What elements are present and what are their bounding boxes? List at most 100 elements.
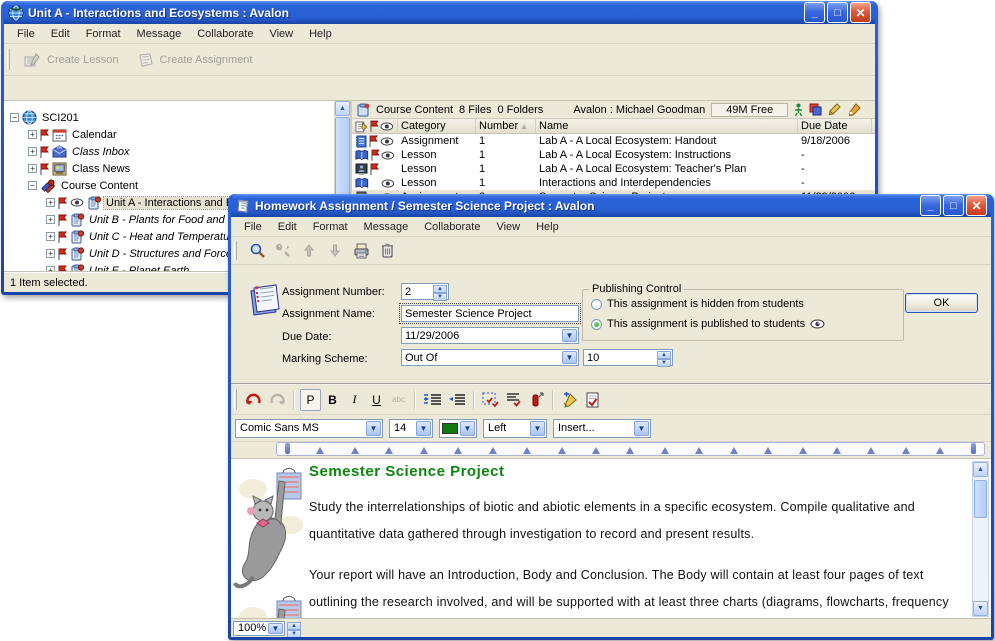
spin-up-icon[interactable]: ▲ bbox=[287, 622, 301, 630]
tree-item-label[interactable]: Unit D - Structures and Forces bbox=[87, 248, 240, 260]
ruler-tab-stop[interactable] bbox=[454, 447, 462, 454]
toolbar-grip[interactable] bbox=[234, 389, 237, 409]
chevron-down-icon[interactable]: ▼ bbox=[416, 421, 431, 436]
marking-value-stepper[interactable]: 10 ▲▼ bbox=[583, 349, 673, 366]
ruler[interactable] bbox=[276, 442, 985, 456]
ruler-right-marker[interactable] bbox=[971, 443, 976, 454]
tree-item-label[interactable]: Class News bbox=[70, 163, 132, 175]
font-family-combo[interactable]: Comic Sans MS ▼ bbox=[235, 419, 383, 438]
expand-icon[interactable]: + bbox=[46, 215, 55, 224]
menu-file[interactable]: File bbox=[237, 219, 269, 235]
tree-item[interactable]: +Class Inbox bbox=[6, 143, 333, 160]
chevron-down-icon[interactable]: ▼ bbox=[562, 351, 577, 364]
due-date-combo[interactable]: 11/29/2006 ▼ bbox=[401, 327, 579, 344]
ruler-tab-stop[interactable] bbox=[626, 447, 634, 454]
undo-icon[interactable] bbox=[243, 389, 265, 411]
expand-icon[interactable]: + bbox=[46, 249, 55, 258]
column-header-category[interactable]: Category bbox=[398, 119, 476, 133]
menu-message[interactable]: Message bbox=[130, 26, 189, 42]
expand-icon[interactable]: + bbox=[28, 147, 37, 156]
maximize-button[interactable]: □ bbox=[943, 195, 964, 216]
pencil-add-icon[interactable] bbox=[559, 389, 581, 411]
insert-combo[interactable]: Insert... ▼ bbox=[553, 419, 651, 438]
arrow-up-icon[interactable] bbox=[298, 240, 320, 262]
radio-icon[interactable] bbox=[591, 299, 602, 310]
expand-icon[interactable]: + bbox=[46, 198, 55, 207]
assignment-number-stepper[interactable]: 2 ▲▼ bbox=[401, 283, 449, 300]
spin-down-icon[interactable]: ▼ bbox=[433, 293, 447, 301]
chevron-down-icon[interactable]: ▼ bbox=[366, 421, 381, 436]
menu-format[interactable]: Format bbox=[79, 26, 128, 42]
menu-view[interactable]: View bbox=[262, 26, 300, 42]
ruler-tab-stop[interactable] bbox=[661, 447, 669, 454]
indent-icon[interactable] bbox=[421, 389, 444, 411]
field-insert-icon[interactable] bbox=[526, 389, 547, 411]
course-window-titlebar[interactable]: Unit A - Interactions and Ecosystems : A… bbox=[4, 1, 875, 24]
underline-button[interactable]: U bbox=[366, 389, 387, 411]
ruler-left-marker[interactable] bbox=[285, 443, 290, 454]
editor-scroll-up-icon[interactable]: ▲ bbox=[973, 462, 988, 477]
pencil-icon[interactable] bbox=[829, 103, 841, 116]
table-row[interactable]: Lesson1Lab A - A Local Ecosystem: Teache… bbox=[352, 162, 875, 176]
hidden-option-radio[interactable]: This assignment is hidden from students bbox=[591, 298, 804, 310]
lead-columns-header[interactable] bbox=[352, 119, 398, 133]
minimize-button[interactable]: _ bbox=[920, 195, 941, 216]
spin-up-icon[interactable]: ▲ bbox=[657, 351, 671, 359]
radio-checked-icon[interactable] bbox=[591, 319, 602, 330]
key-icon[interactable] bbox=[847, 103, 861, 116]
marking-scheme-combo[interactable]: Out Of ▼ bbox=[401, 349, 579, 366]
layers-icon[interactable] bbox=[809, 103, 823, 116]
column-header-name[interactable]: Name bbox=[536, 119, 798, 133]
rich-text-editor[interactable]: Semester Science Project Study the inter… bbox=[231, 458, 991, 619]
column-header-due[interactable]: Due Date bbox=[798, 119, 872, 133]
ruler-tab-stop[interactable] bbox=[523, 447, 531, 454]
tree-item-label[interactable]: Unit E - Planet Earth bbox=[87, 265, 191, 273]
tree-item-label[interactable]: Unit C - Heat and Temperature bbox=[87, 231, 241, 243]
assignment-name-field[interactable]: Semester Science Project bbox=[401, 305, 579, 322]
trash-icon[interactable] bbox=[376, 240, 398, 262]
table-row[interactable]: Lesson1Interactions and Interdependencie… bbox=[352, 176, 875, 190]
list-column-header[interactable]: CategoryNumber▲NameDue Date bbox=[352, 119, 875, 134]
tree-item[interactable]: −SCI201 bbox=[6, 109, 333, 126]
ruler-tab-stop[interactable] bbox=[420, 447, 428, 454]
expand-icon[interactable]: + bbox=[46, 232, 55, 241]
tree-item[interactable]: +Calendar bbox=[6, 126, 333, 143]
outdent-icon[interactable] bbox=[445, 389, 468, 411]
zoom-stepper[interactable]: ▲▼ bbox=[287, 621, 301, 636]
table-row[interactable]: Lesson1Lab A - A Local Ecosystem: Instru… bbox=[352, 148, 875, 162]
assignment-window-titlebar[interactable]: Homework Assignment / Semester Science P… bbox=[231, 194, 991, 217]
spin-up-icon[interactable]: ▲ bbox=[433, 285, 447, 293]
menu-view[interactable]: View bbox=[489, 219, 527, 235]
tree-item-label[interactable]: Calendar bbox=[70, 129, 119, 141]
create-lesson-button[interactable]: Create Lesson bbox=[15, 49, 128, 71]
ok-button[interactable]: OK bbox=[905, 293, 978, 313]
align-combo[interactable]: Left ▼ bbox=[483, 419, 547, 438]
toolbar-grip[interactable] bbox=[7, 49, 10, 71]
zoom-level-combo[interactable]: 100% ▼ bbox=[233, 621, 285, 636]
published-option-radio[interactable]: This assignment is published to students bbox=[591, 318, 825, 330]
tree-item[interactable]: −Course Content bbox=[6, 177, 333, 194]
collapse-icon[interactable]: − bbox=[10, 113, 19, 122]
ruler-tab-stop[interactable] bbox=[867, 447, 875, 454]
spin-down-icon[interactable]: ▼ bbox=[657, 359, 671, 367]
tree-item[interactable]: +Class News bbox=[6, 160, 333, 177]
tree-scroll-up-icon[interactable]: ▲ bbox=[335, 101, 350, 116]
ruler-tab-stop[interactable] bbox=[592, 447, 600, 454]
font-color-combo[interactable]: ▼ bbox=[439, 419, 477, 438]
paragraph-button[interactable]: P bbox=[300, 389, 321, 411]
arrow-down-icon[interactable] bbox=[324, 240, 346, 262]
spin-down-icon[interactable]: ▼ bbox=[287, 630, 301, 638]
ruler-tab-stop[interactable] bbox=[316, 447, 324, 454]
menu-edit[interactable]: Edit bbox=[44, 26, 77, 42]
search-icon[interactable] bbox=[246, 240, 268, 262]
redo-icon[interactable] bbox=[266, 389, 288, 411]
menu-edit[interactable]: Edit bbox=[271, 219, 304, 235]
menu-help[interactable]: Help bbox=[302, 26, 339, 42]
menu-collaborate[interactable]: Collaborate bbox=[417, 219, 487, 235]
ruler-tab-stop[interactable] bbox=[489, 447, 497, 454]
menu-collaborate[interactable]: Collaborate bbox=[190, 26, 260, 42]
table-row[interactable]: Assignment1Lab A - A Local Ecosystem: Ha… bbox=[352, 134, 875, 148]
italic-button[interactable]: I bbox=[344, 389, 365, 411]
close-button[interactable]: ✕ bbox=[966, 195, 987, 216]
editor-scroll-thumb[interactable] bbox=[974, 480, 987, 518]
